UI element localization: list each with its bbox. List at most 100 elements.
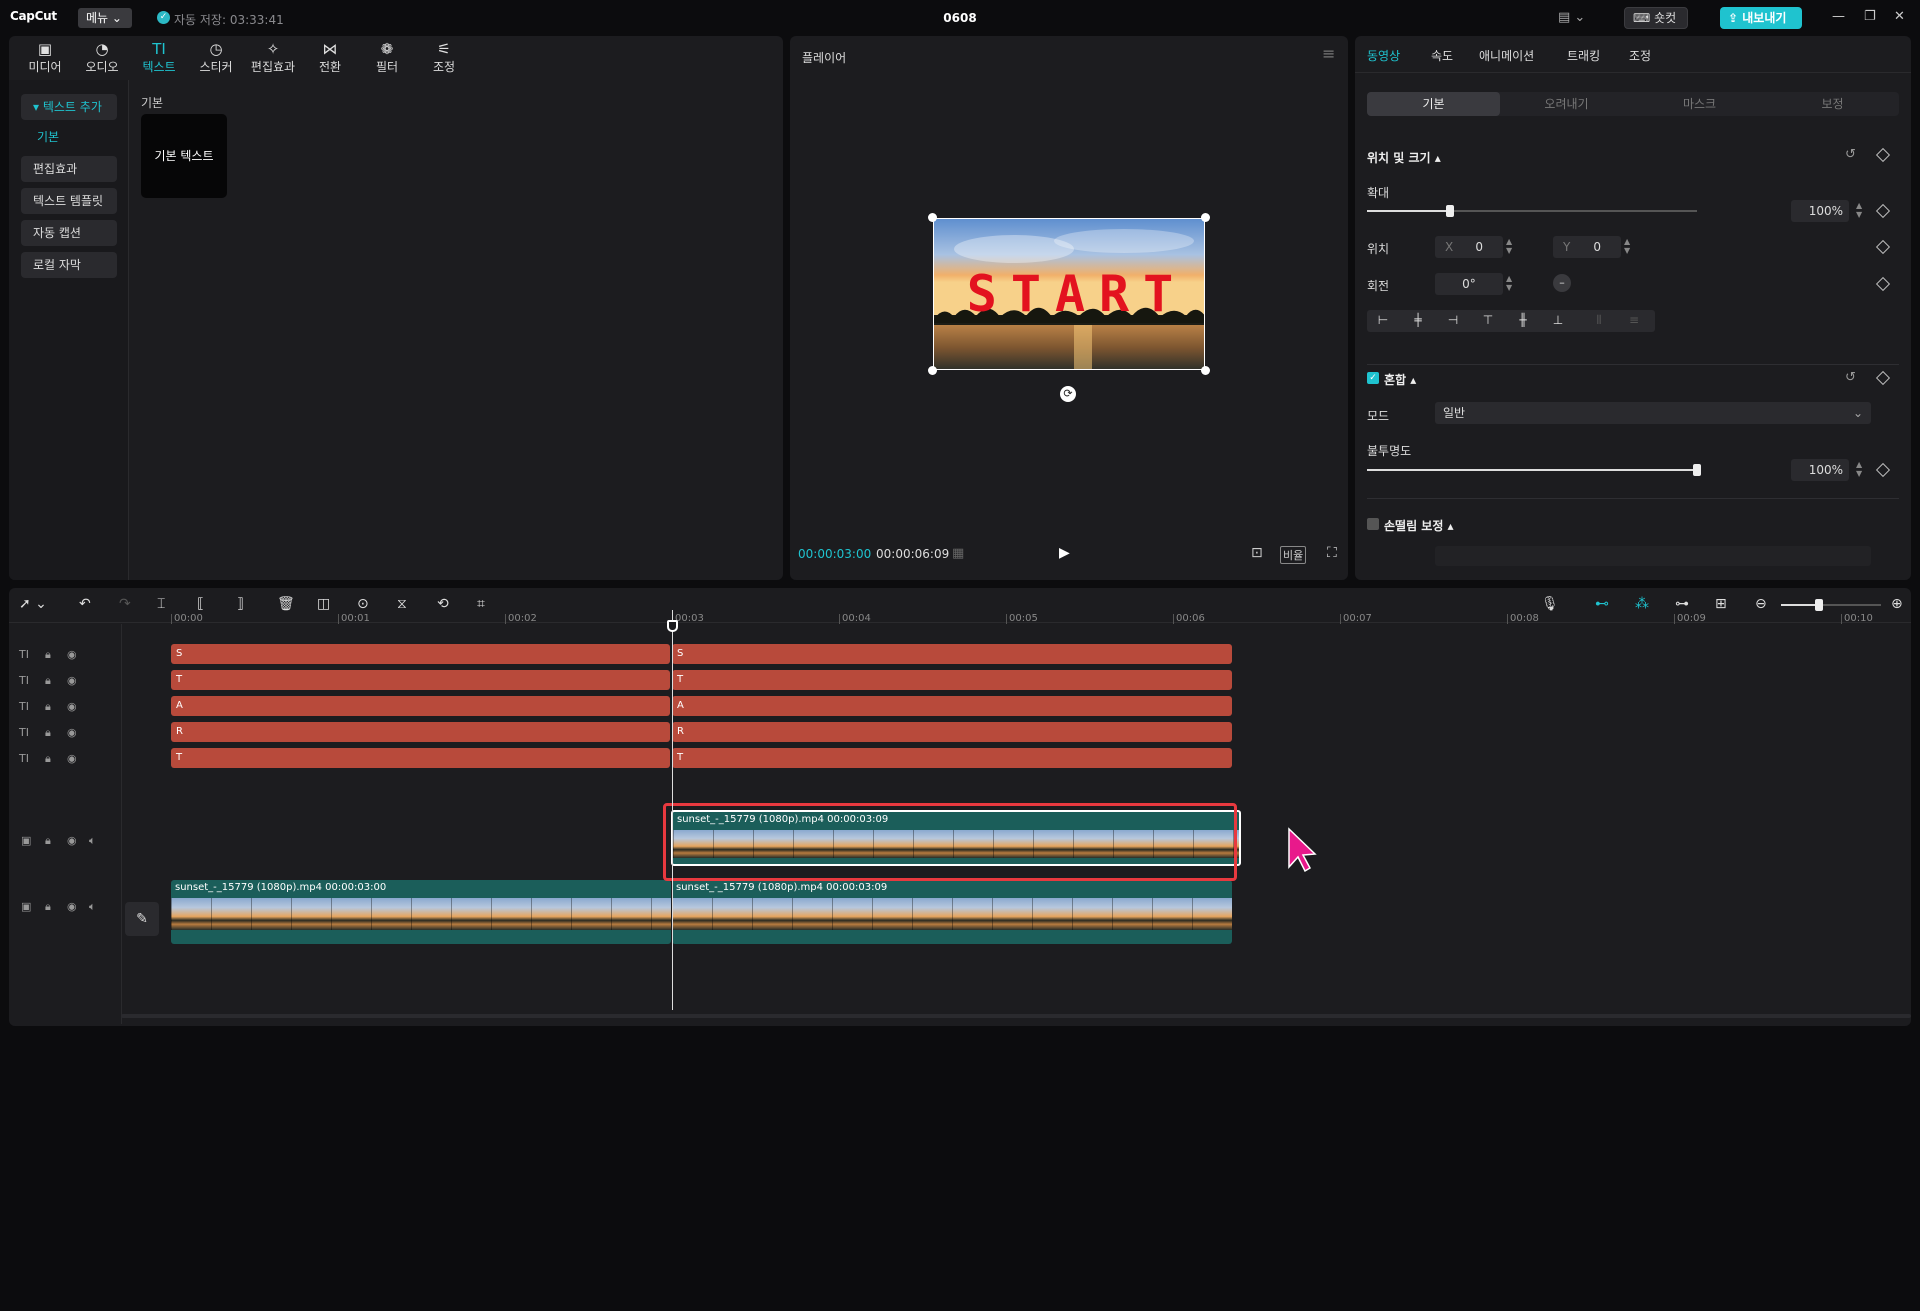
text-clip[interactable]: A xyxy=(672,696,1232,716)
audio-icon[interactable]: 🔈︎ xyxy=(89,900,96,914)
opacity-stepper-icon[interactable]: ▲ ▼ xyxy=(1856,460,1862,478)
position-x-field[interactable]: X 0 xyxy=(1435,236,1503,258)
main-video-clip-a[interactable]: sunset_-_15779 (1080p).mp4 00:00:03:00 xyxy=(171,880,671,944)
scale-value-field[interactable]: 100% xyxy=(1791,200,1849,222)
opacity-keyframe-icon[interactable] xyxy=(1875,462,1891,478)
rotate-dial-icon[interactable]: – xyxy=(1553,274,1571,292)
blend-checkbox[interactable]: ✓ xyxy=(1367,372,1379,384)
text-clip[interactable]: T xyxy=(171,748,670,768)
split-icon[interactable]: ⌶ xyxy=(157,596,165,612)
text-clip[interactable]: T xyxy=(672,748,1232,768)
audio-icon[interactable]: 🔈︎ xyxy=(89,834,96,848)
lock-icon[interactable]: 🔒︎ xyxy=(45,726,51,740)
scale-stepper-icon[interactable]: ▲ ▼ xyxy=(1856,201,1862,219)
position-keyframe-icon[interactable] xyxy=(1875,239,1891,255)
scale-slider-knob[interactable] xyxy=(1446,205,1454,217)
text-clip[interactable]: T xyxy=(171,670,670,690)
tab-animation[interactable]: 애니메이션 xyxy=(1479,47,1534,64)
split-left-icon[interactable]: ⟦ xyxy=(197,596,204,612)
fullscreen-icon[interactable]: ⛶ xyxy=(1327,545,1337,561)
resize-handle-tr[interactable] xyxy=(1201,213,1210,222)
align-bottom-icon[interactable]: ⊥ xyxy=(1548,313,1568,327)
blend-header[interactable]: 혼합 ▴ xyxy=(1384,371,1416,388)
play-icon[interactable]: ▶ xyxy=(1059,545,1070,561)
eye-icon[interactable]: ◉ xyxy=(67,648,77,661)
tab-video[interactable]: 동영상 xyxy=(1367,47,1400,64)
delete-icon[interactable]: 🗑 xyxy=(277,596,295,612)
tab-adjust[interactable]: 조정 xyxy=(1629,47,1651,64)
zoom-out-icon[interactable]: ⊖ xyxy=(1755,596,1767,612)
align-right-icon[interactable]: ⊣ xyxy=(1443,313,1463,327)
timecode-grid-icon[interactable]: ▦ xyxy=(952,546,964,561)
layout-icon[interactable]: ▤ ⌄ xyxy=(1558,10,1585,25)
redo-icon[interactable]: ↷ xyxy=(119,596,131,612)
playhead-line[interactable] xyxy=(672,610,673,1010)
zoom-in-icon[interactable]: ⊕ xyxy=(1891,596,1903,612)
subtab-mask[interactable]: 마스크 xyxy=(1633,92,1766,116)
eye-icon[interactable]: ◉ xyxy=(67,726,77,739)
preview-canvas[interactable]: START xyxy=(933,218,1205,370)
microphone-icon[interactable]: 🎙 xyxy=(1541,596,1559,612)
rotate-keyframe-icon[interactable] xyxy=(1875,276,1891,292)
keyframe-icon[interactable] xyxy=(1875,147,1891,163)
subtab-cutout[interactable]: 오려내기 xyxy=(1500,92,1633,116)
tab-adjust[interactable]: ⚟ 조정 xyxy=(416,40,472,75)
sidebar-item-local-subtitles[interactable]: 로컬 자막 xyxy=(21,252,117,278)
playhead-handle[interactable] xyxy=(667,620,678,632)
text-clip[interactable]: T xyxy=(672,670,1232,690)
eye-icon[interactable]: ◉ xyxy=(67,674,77,687)
reverse-icon[interactable]: ⊙ xyxy=(357,596,369,612)
y-stepper-icon[interactable]: ▲ ▼ xyxy=(1624,237,1630,255)
position-y-field[interactable]: Y 0 xyxy=(1553,236,1621,258)
align-top-icon[interactable]: ⊤ xyxy=(1478,313,1498,327)
fit-view-icon[interactable]: ⊡ xyxy=(1251,545,1263,561)
export-button[interactable]: ⇪ 내보내기 xyxy=(1720,7,1802,29)
lock-icon[interactable]: 🔒︎ xyxy=(45,700,51,714)
tab-audio[interactable]: ◔ 오디오 xyxy=(74,40,130,75)
scale-keyframe-icon[interactable] xyxy=(1875,203,1891,219)
tab-tracking[interactable]: 트래킹 xyxy=(1567,47,1600,64)
tab-sticker[interactable]: ◷ 스티커 xyxy=(188,40,244,75)
tab-effects[interactable]: ✧ 편집효과 xyxy=(245,40,301,75)
restore-icon[interactable]: ❐ xyxy=(1864,9,1876,24)
basic-text-card[interactable]: 기본 텍스트 xyxy=(141,114,227,198)
preview-axis-icon[interactable]: ⊞ xyxy=(1715,596,1727,612)
blend-mode-select[interactable]: 일반 ⌄ xyxy=(1435,402,1871,424)
tab-filter[interactable]: ❁ 필터 xyxy=(359,40,415,75)
magnet-icon[interactable]: ⊷ xyxy=(1595,596,1609,612)
align-center-h-icon[interactable]: ╪ xyxy=(1408,313,1428,327)
distribute-v-icon[interactable]: ≡ xyxy=(1624,313,1644,327)
tab-text[interactable]: TI 텍스트 xyxy=(131,40,187,75)
sidebar-item-templates[interactable]: 텍스트 템플릿 xyxy=(21,188,117,214)
lock-icon[interactable]: 🔒︎ xyxy=(45,834,51,848)
text-clip[interactable]: R xyxy=(672,722,1232,742)
split-right-icon[interactable]: ⟧ xyxy=(237,596,244,612)
stabilize-checkbox[interactable] xyxy=(1367,518,1379,530)
shortcut-button[interactable]: ⌨ 숏컷 xyxy=(1624,7,1688,29)
sidebar-item-basic[interactable]: 기본 xyxy=(37,128,59,145)
rotate-value-field[interactable]: 0° xyxy=(1435,273,1503,295)
opacity-value-field[interactable]: 100% xyxy=(1791,459,1849,481)
sidebar-item-add-text[interactable]: ▾ 텍스트 추가 xyxy=(21,94,117,120)
tab-transition[interactable]: ⋈ 전환 xyxy=(302,40,358,75)
sidebar-item-auto-captions[interactable]: 자동 캡션 xyxy=(21,220,117,246)
close-icon[interactable]: ✕ xyxy=(1894,9,1905,24)
mirror-icon[interactable]: ⧖ xyxy=(397,596,407,612)
distribute-h-icon[interactable]: ⫴ xyxy=(1589,313,1609,328)
link-icon[interactable]: ⊶ xyxy=(1675,596,1689,612)
lock-icon[interactable]: 🔒︎ xyxy=(45,900,51,914)
text-clip[interactable]: R xyxy=(171,722,670,742)
lock-icon[interactable]: 🔒︎ xyxy=(45,648,51,662)
cover-edit-icon[interactable]: ✎ xyxy=(125,902,159,936)
lock-icon[interactable]: 🔒︎ xyxy=(45,752,51,766)
minimize-icon[interactable]: — xyxy=(1832,9,1845,24)
x-stepper-icon[interactable]: ▲ ▼ xyxy=(1506,237,1512,255)
text-clip[interactable]: S xyxy=(171,644,670,664)
sidebar-item-effects[interactable]: 편집효과 xyxy=(21,156,117,182)
text-clip[interactable]: A xyxy=(171,696,670,716)
position-size-header[interactable]: 위치 및 크기 ▴ xyxy=(1367,149,1441,166)
auto-snap-icon[interactable]: ⁂ xyxy=(1635,596,1649,612)
text-clip[interactable]: S xyxy=(672,644,1232,664)
rotate-handle-icon[interactable]: ⟳ xyxy=(1060,386,1076,402)
undo-icon[interactable]: ↶ xyxy=(79,596,91,612)
